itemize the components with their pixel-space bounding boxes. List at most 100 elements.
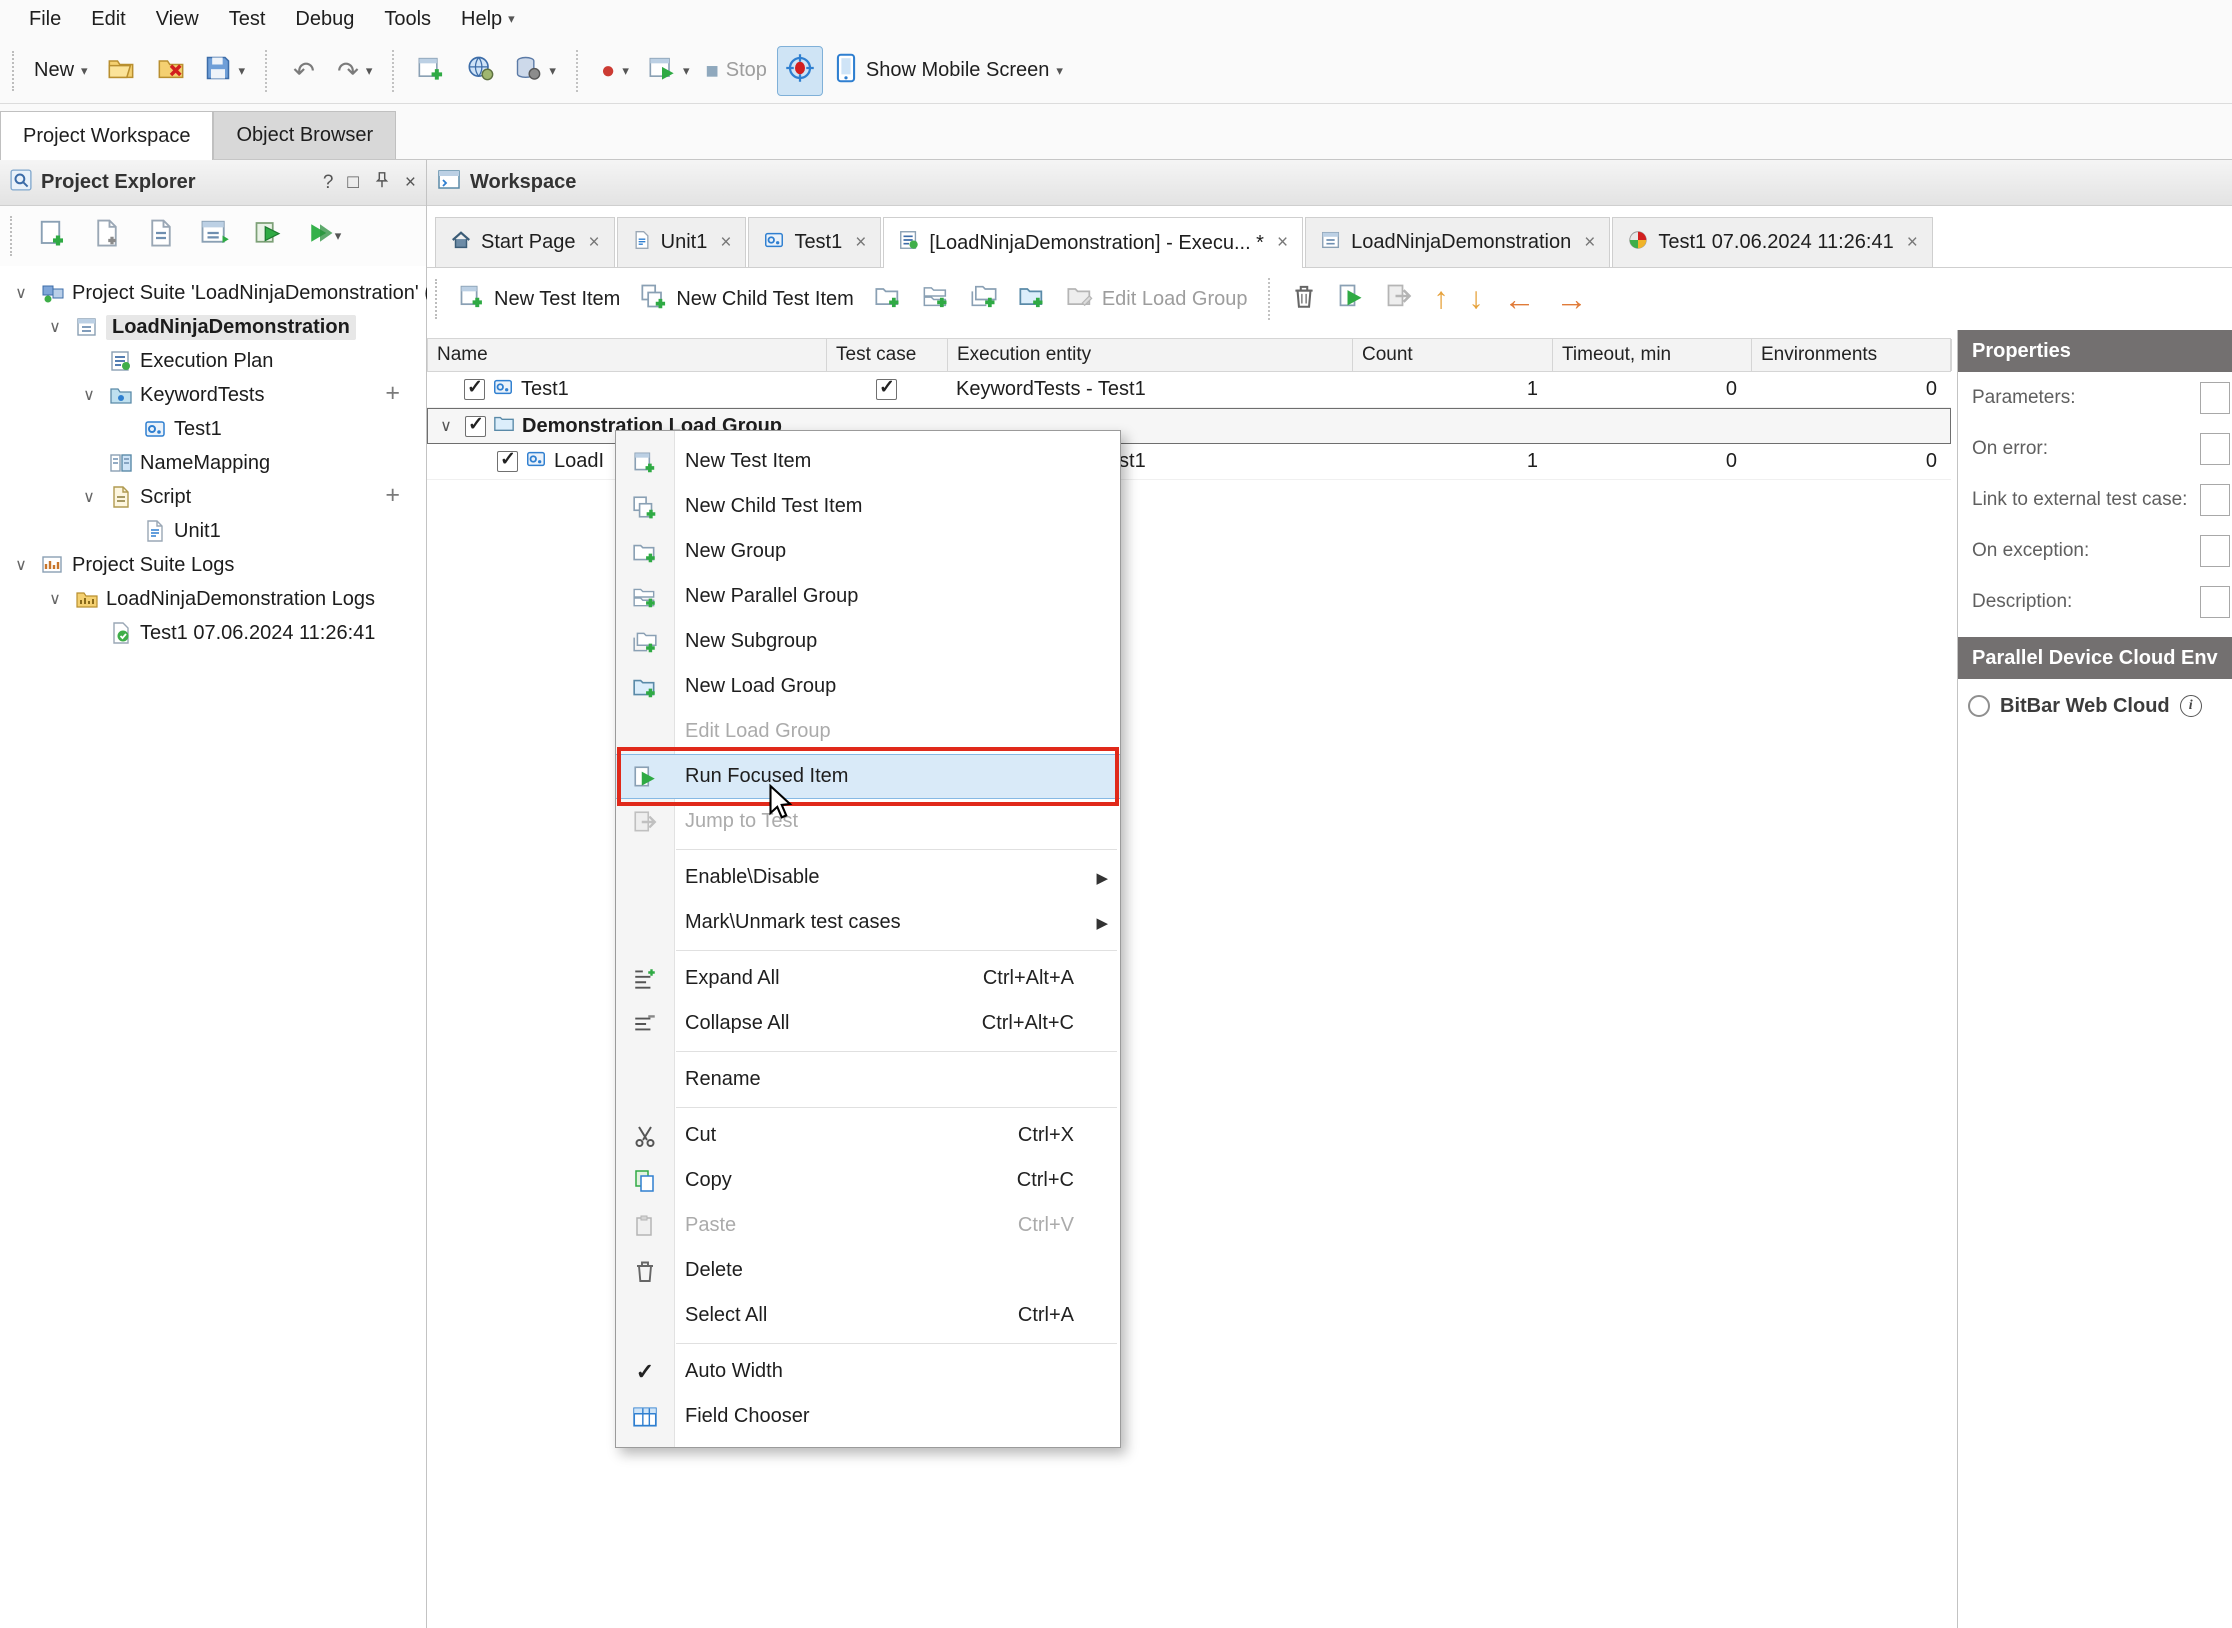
tree-item-keywordtests[interactable]: ∨ KeywordTests + [0, 378, 426, 412]
menu-debug[interactable]: Debug [280, 0, 369, 38]
tree-item-unit1[interactable]: Unit1 [0, 514, 426, 548]
move-left-button[interactable]: ← [1494, 275, 1544, 323]
add-icon[interactable]: + [385, 379, 400, 408]
new-group-button[interactable] [865, 275, 911, 323]
new-subgroup-button[interactable] [961, 275, 1007, 323]
menu-test[interactable]: Test [214, 0, 281, 38]
menu-item-cut[interactable]: Cut Ctrl+X [616, 1113, 1120, 1158]
row-checkbox[interactable] [497, 451, 518, 472]
menu-view[interactable]: View [141, 0, 214, 38]
project-view-button[interactable] [192, 213, 238, 259]
tree-item-project-suite-logs[interactable]: ∨ Project Suite Logs [0, 548, 426, 582]
doc-tab-test1[interactable]: Test1 × [748, 217, 881, 267]
stop-button[interactable]: ■ Stop [699, 46, 772, 96]
close-icon[interactable]: × [1584, 232, 1595, 254]
doc-tab-loadninjademonstration[interactable]: LoadNinjaDemonstration × [1305, 217, 1610, 267]
new-load-group-button[interactable] [1009, 275, 1055, 323]
tree-item-execution-plan[interactable]: Execution Plan [0, 344, 426, 378]
menu-item-new-test-item[interactable]: New Test Item [616, 439, 1120, 484]
move-right-button[interactable]: → [1546, 275, 1596, 323]
menu-item-copy[interactable]: Copy Ctrl+C [616, 1158, 1120, 1203]
edit-load-group-button[interactable]: Edit Load Group [1057, 275, 1257, 323]
chevron-down-icon[interactable]: ∨ [76, 385, 102, 405]
close-icon[interactable]: × [405, 172, 416, 194]
info-icon[interactable]: i [2180, 695, 2202, 717]
menu-edit[interactable]: Edit [76, 0, 140, 38]
column-header-execution-entity[interactable]: Execution entity [948, 339, 1353, 371]
debug-button[interactable] [777, 46, 823, 96]
description-field[interactable] [2200, 586, 2230, 618]
radio-button[interactable] [1968, 695, 1990, 717]
menu-item-rename[interactable]: Rename [616, 1057, 1120, 1102]
close-file-button[interactable] [148, 46, 194, 96]
maximize-icon[interactable]: □ [347, 172, 358, 194]
menu-item-new-parallel-group[interactable]: New Parallel Group [616, 574, 1120, 619]
add-new-item-button[interactable] [408, 46, 454, 96]
doc-tab-execution-plan[interactable]: [LoadNinjaDemonstration] - Execu... * × [883, 217, 1303, 268]
run-test-button[interactable]: ▾ [642, 46, 696, 96]
menu-item-run-focused-item[interactable]: Run Focused Item [616, 754, 1120, 799]
move-down-button[interactable]: ↓ [1459, 275, 1492, 323]
menu-item-enable-disable[interactable]: Enable\Disable ▶ [616, 855, 1120, 900]
chevron-down-icon[interactable]: ∨ [42, 589, 68, 609]
column-header-count[interactable]: Count [1353, 339, 1553, 371]
column-header-timeout[interactable]: Timeout, min [1553, 339, 1752, 371]
column-header-test-case[interactable]: Test case [827, 339, 948, 371]
data-tools-button[interactable]: ▾ [508, 46, 562, 96]
link-external-field[interactable] [2200, 484, 2230, 516]
menu-item-new-subgroup[interactable]: New Subgroup [616, 619, 1120, 664]
redo-button[interactable]: ↷ ▾ [331, 46, 378, 96]
tab-project-workspace[interactable]: Project Workspace [0, 111, 213, 160]
open-file-button[interactable] [98, 46, 144, 96]
menu-item-new-load-group[interactable]: New Load Group [616, 664, 1120, 709]
menu-item-select-all[interactable]: Select All Ctrl+A [616, 1293, 1120, 1338]
parameters-field[interactable] [2200, 382, 2230, 414]
new-child-test-item-button[interactable]: New Child Test Item [631, 275, 862, 323]
tree-item-project-suite[interactable]: ∨ Project Suite 'LoadNinjaDemonstration'… [0, 276, 426, 310]
new-parallel-group-button[interactable] [913, 275, 959, 323]
record-button[interactable]: ● ▾ [592, 46, 638, 96]
column-header-name[interactable]: Name [428, 339, 827, 371]
menu-item-edit-load-group[interactable]: Edit Load Group [616, 709, 1120, 754]
tree-item-project[interactable]: ∨ LoadNinjaDemonstration [0, 310, 426, 344]
doc-tab-log[interactable]: Test1 07.06.2024 11:26:41 × [1612, 217, 1933, 267]
move-up-button[interactable]: ↑ [1424, 275, 1457, 323]
tree-item-script[interactable]: ∨ Script + [0, 480, 426, 514]
close-icon[interactable]: × [589, 232, 600, 254]
menu-file[interactable]: File [14, 0, 76, 38]
close-icon[interactable]: × [1907, 232, 1918, 254]
menu-item-new-group[interactable]: New Group [616, 529, 1120, 574]
run-project-button[interactable] [246, 213, 292, 259]
tree-item-project-logs[interactable]: ∨ LoadNinjaDemonstration Logs [0, 582, 426, 616]
chevron-down-icon[interactable]: ∨ [42, 317, 68, 337]
row-checkbox[interactable] [464, 379, 485, 400]
close-icon[interactable]: × [1277, 232, 1288, 254]
new-test-item-button[interactable]: New Test Item [449, 275, 629, 323]
menu-item-expand-all[interactable]: Expand All Ctrl+Alt+A [616, 956, 1120, 1001]
menu-item-paste[interactable]: Paste Ctrl+V [616, 1203, 1120, 1248]
test-case-checkbox[interactable] [876, 379, 897, 400]
undo-button[interactable]: ↶ [281, 46, 327, 96]
pin-icon[interactable] [373, 171, 391, 195]
menu-item-collapse-all[interactable]: Collapse All Ctrl+Alt+C [616, 1001, 1120, 1046]
chevron-down-icon[interactable]: ∨ [76, 487, 102, 507]
menu-item-auto-width[interactable]: ✓ Auto Width [616, 1349, 1120, 1394]
help-icon[interactable]: ? [323, 172, 334, 194]
doc-tab-unit1[interactable]: Unit1 × [617, 217, 747, 267]
delete-item-button[interactable] [1282, 275, 1326, 323]
jump-to-test-button[interactable] [1376, 275, 1422, 323]
menu-item-mark-unmark-test-cases[interactable]: Mark\Unmark test cases ▶ [616, 900, 1120, 945]
close-icon[interactable]: × [855, 232, 866, 254]
run-focused-item-button[interactable] [1328, 275, 1374, 323]
tab-object-browser[interactable]: Object Browser [213, 111, 396, 159]
column-header-environments[interactable]: Environments [1752, 339, 1952, 371]
menu-tools[interactable]: Tools [369, 0, 446, 38]
mobile-screen-button[interactable]: Show Mobile Screen ▾ [827, 46, 1069, 96]
chevron-down-icon[interactable]: ∨ [434, 416, 458, 436]
save-button[interactable]: ▾ [198, 46, 252, 96]
menu-item-delete[interactable]: Delete [616, 1248, 1120, 1293]
menu-item-new-child-test-item[interactable]: New Child Test Item [616, 484, 1120, 529]
add-new-item-button[interactable] [30, 213, 76, 259]
chevron-down-icon[interactable]: ∨ [8, 283, 34, 303]
run-project-suite-button[interactable]: ▾ [300, 213, 346, 259]
